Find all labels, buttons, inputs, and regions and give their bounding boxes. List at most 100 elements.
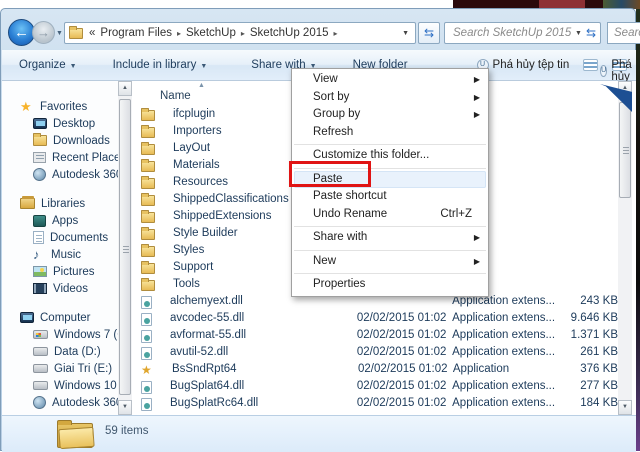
- sidebar-group-computer[interactable]: Computer: [2, 309, 118, 326]
- sidebar-item-label: Videos: [53, 283, 88, 295]
- sidebar-group: ★FavoritesDesktop Downloads Recent PlacesA…: [2, 98, 118, 183]
- sidebar-group-favorites[interactable]: ★Favorites: [2, 98, 118, 115]
- sidebar-group-libraries[interactable]: Libraries: [2, 195, 118, 212]
- search-dropdown-icon[interactable]: ▼: [575, 30, 586, 37]
- sidebar-item-documents[interactable]: Documents: [2, 229, 118, 246]
- sidebar-item-label: Apps: [52, 215, 78, 227]
- file-date-modified: 02/02/2015 01:02: [357, 380, 452, 392]
- file-size: 277 KB: [565, 380, 618, 392]
- sidebar-item-windows-7-c-[interactable]: Windows 7 (C:): [2, 326, 118, 343]
- breadcrumb-segment[interactable]: Program Files: [98, 27, 174, 39]
- file-date-modified: 02/02/2015 01:02: [358, 363, 453, 375]
- submenu-arrow-icon: ▶: [474, 253, 480, 271]
- sidebar-item-desktop[interactable]: Desktop: [2, 115, 118, 132]
- table-row[interactable]: ★BsSndRpt6402/02/2015 01:02Application37…: [132, 360, 618, 377]
- search-box[interactable]: Search SketchUp 2015 ▼ ⇆: [444, 22, 601, 44]
- menu-item-share-with[interactable]: Share with ▶: [292, 229, 488, 247]
- file-type: Application: [453, 363, 565, 375]
- menu-item-sort-by[interactable]: Sort by ▶: [292, 89, 488, 107]
- submenu-arrow-icon: ▶: [474, 89, 480, 107]
- menu-item-view[interactable]: View▶: [292, 71, 488, 89]
- file-type: Application extens...: [452, 312, 564, 324]
- item-count: 59 items: [105, 425, 148, 437]
- folder-icon: [141, 195, 155, 206]
- address-bar[interactable]: «Program Files▸SketchUp▸SketchUp 2015▸ ▼: [64, 22, 416, 44]
- sidebar-group-label: Libraries: [41, 198, 85, 210]
- column-header-name[interactable]: Name: [160, 90, 191, 102]
- search-go-icon[interactable]: ⇆: [586, 26, 600, 40]
- details-pane: 59 items: [2, 415, 636, 452]
- back-button[interactable]: ←: [8, 19, 35, 46]
- folder-icon: [141, 127, 155, 138]
- file-list-scrollbar[interactable]: ▲ ▼: [618, 81, 632, 415]
- sidebar-item-music[interactable]: ♪Music: [2, 246, 118, 263]
- sidebar-item-pictures[interactable]: Pictures: [2, 263, 118, 280]
- table-row[interactable]: avcodec-55.dll02/02/2015 01:02Applicatio…: [132, 309, 618, 326]
- file-type: Application extens...: [452, 397, 564, 409]
- menu-item-properties[interactable]: Properties: [292, 276, 488, 294]
- address-dropdown-icon[interactable]: ▼: [402, 30, 415, 37]
- sidebar-item-data-d-[interactable]: Data (D:): [2, 343, 118, 360]
- list-view-icon[interactable]: [583, 59, 598, 71]
- screen-icon: [20, 312, 34, 323]
- table-row[interactable]: BugSplatRc64.dll02/02/2015 01:02Applicat…: [132, 394, 618, 411]
- sidebar-scrollbar[interactable]: ▲ ▼: [118, 81, 132, 415]
- file-size: 1.371 KB: [565, 329, 618, 341]
- menu-item-refresh[interactable]: Refresh: [292, 124, 488, 142]
- menu-item-label: Share with: [313, 231, 367, 243]
- menu-item-new[interactable]: New▶: [292, 253, 488, 271]
- sidebar-item-giai-tri-e-[interactable]: Giai Tri (E:): [2, 360, 118, 377]
- address-folder-icon: [69, 28, 83, 39]
- scroll-down-icon[interactable]: ▼: [618, 400, 632, 415]
- breadcrumb-separator-icon[interactable]: ▸: [331, 29, 341, 38]
- breadcrumb-segment[interactable]: SketchUp 2015: [248, 27, 331, 39]
- menu-item-group-by[interactable]: Group by▶: [292, 106, 488, 124]
- sidebar-item-downloads[interactable]: Downloads: [2, 132, 118, 149]
- sidebar-item-label: Pictures: [53, 266, 95, 278]
- table-row[interactable]: avformat-55.dll02/02/2015 01:02Applicati…: [132, 326, 618, 343]
- sidebar-item-apps[interactable]: Apps: [2, 212, 118, 229]
- lib-icon: [20, 198, 35, 209]
- sidebar-item-autodesk-360[interactable]: Autodesk 360: [2, 394, 118, 411]
- scroll-up-icon[interactable]: ▲: [118, 81, 132, 96]
- include-in-library-button[interactable]: Include in library▼: [104, 56, 217, 74]
- forward-button[interactable]: →: [32, 21, 55, 44]
- folder-icon: [141, 161, 155, 172]
- scroll-down-icon[interactable]: ▼: [118, 400, 132, 415]
- menu-item-undo-rename[interactable]: Undo RenameCtrl+Z: [292, 206, 488, 224]
- destroy-file-button[interactable]: U Phá hủy tệp tin: [477, 59, 570, 71]
- submenu-arrow-icon: ▶: [474, 106, 480, 124]
- sidebar-group: Libraries Apps Documents♪Music Pictures Vide…: [2, 195, 118, 297]
- file-size: 261 KB: [565, 346, 618, 358]
- recent-pages-dropdown-icon[interactable]: ▼: [56, 30, 63, 37]
- breadcrumb-segment[interactable]: SketchUp: [184, 27, 238, 39]
- menu-item-label: Sort by: [313, 91, 349, 103]
- sidebar-item-recent-places[interactable]: Recent Places: [2, 149, 118, 166]
- sidebar-item-autodesk-360[interactable]: Autodesk 360: [2, 166, 118, 183]
- secondary-search-box[interactable]: Search: [607, 22, 640, 44]
- file-type: Application extens...: [452, 380, 564, 392]
- sidebar-item-label: Downloads: [53, 135, 110, 147]
- sidebar-item-label: Data (D:): [54, 346, 101, 358]
- menu-item-paste-shortcut[interactable]: Paste shortcut: [292, 188, 488, 206]
- scrollbar-thumb[interactable]: [619, 102, 631, 198]
- a360-icon: [33, 396, 46, 409]
- sort-ascending-icon: ▲: [198, 82, 205, 89]
- table-row[interactable]: BugSplat64.dll02/02/2015 01:02Applicatio…: [132, 377, 618, 394]
- table-row[interactable]: avutil-52.dll02/02/2015 01:02Application…: [132, 343, 618, 360]
- drive-icon: [33, 347, 48, 356]
- breadcrumb-separator-icon[interactable]: ▸: [174, 29, 184, 38]
- sidebar-item-windows-10-pro[interactable]: Windows 10 Pro: [2, 377, 118, 394]
- breadcrumb-separator-icon[interactable]: ▸: [238, 29, 248, 38]
- sidebar-item-videos[interactable]: Videos: [2, 280, 118, 297]
- sidebar-item-label: Music: [51, 249, 81, 261]
- submenu-arrow-icon: ▶: [474, 229, 480, 247]
- menu-item-label: Refresh: [313, 126, 353, 138]
- sidebar-group-label: Computer: [40, 312, 91, 324]
- scrollbar-thumb[interactable]: [119, 99, 131, 395]
- translator-overlay-icon: U: [600, 65, 607, 77]
- apps-icon: [33, 215, 46, 227]
- organize-button[interactable]: Organize▼: [10, 56, 86, 74]
- refresh-button[interactable]: ⇆: [418, 22, 440, 44]
- file-name: avformat-55.dll: [170, 329, 357, 341]
